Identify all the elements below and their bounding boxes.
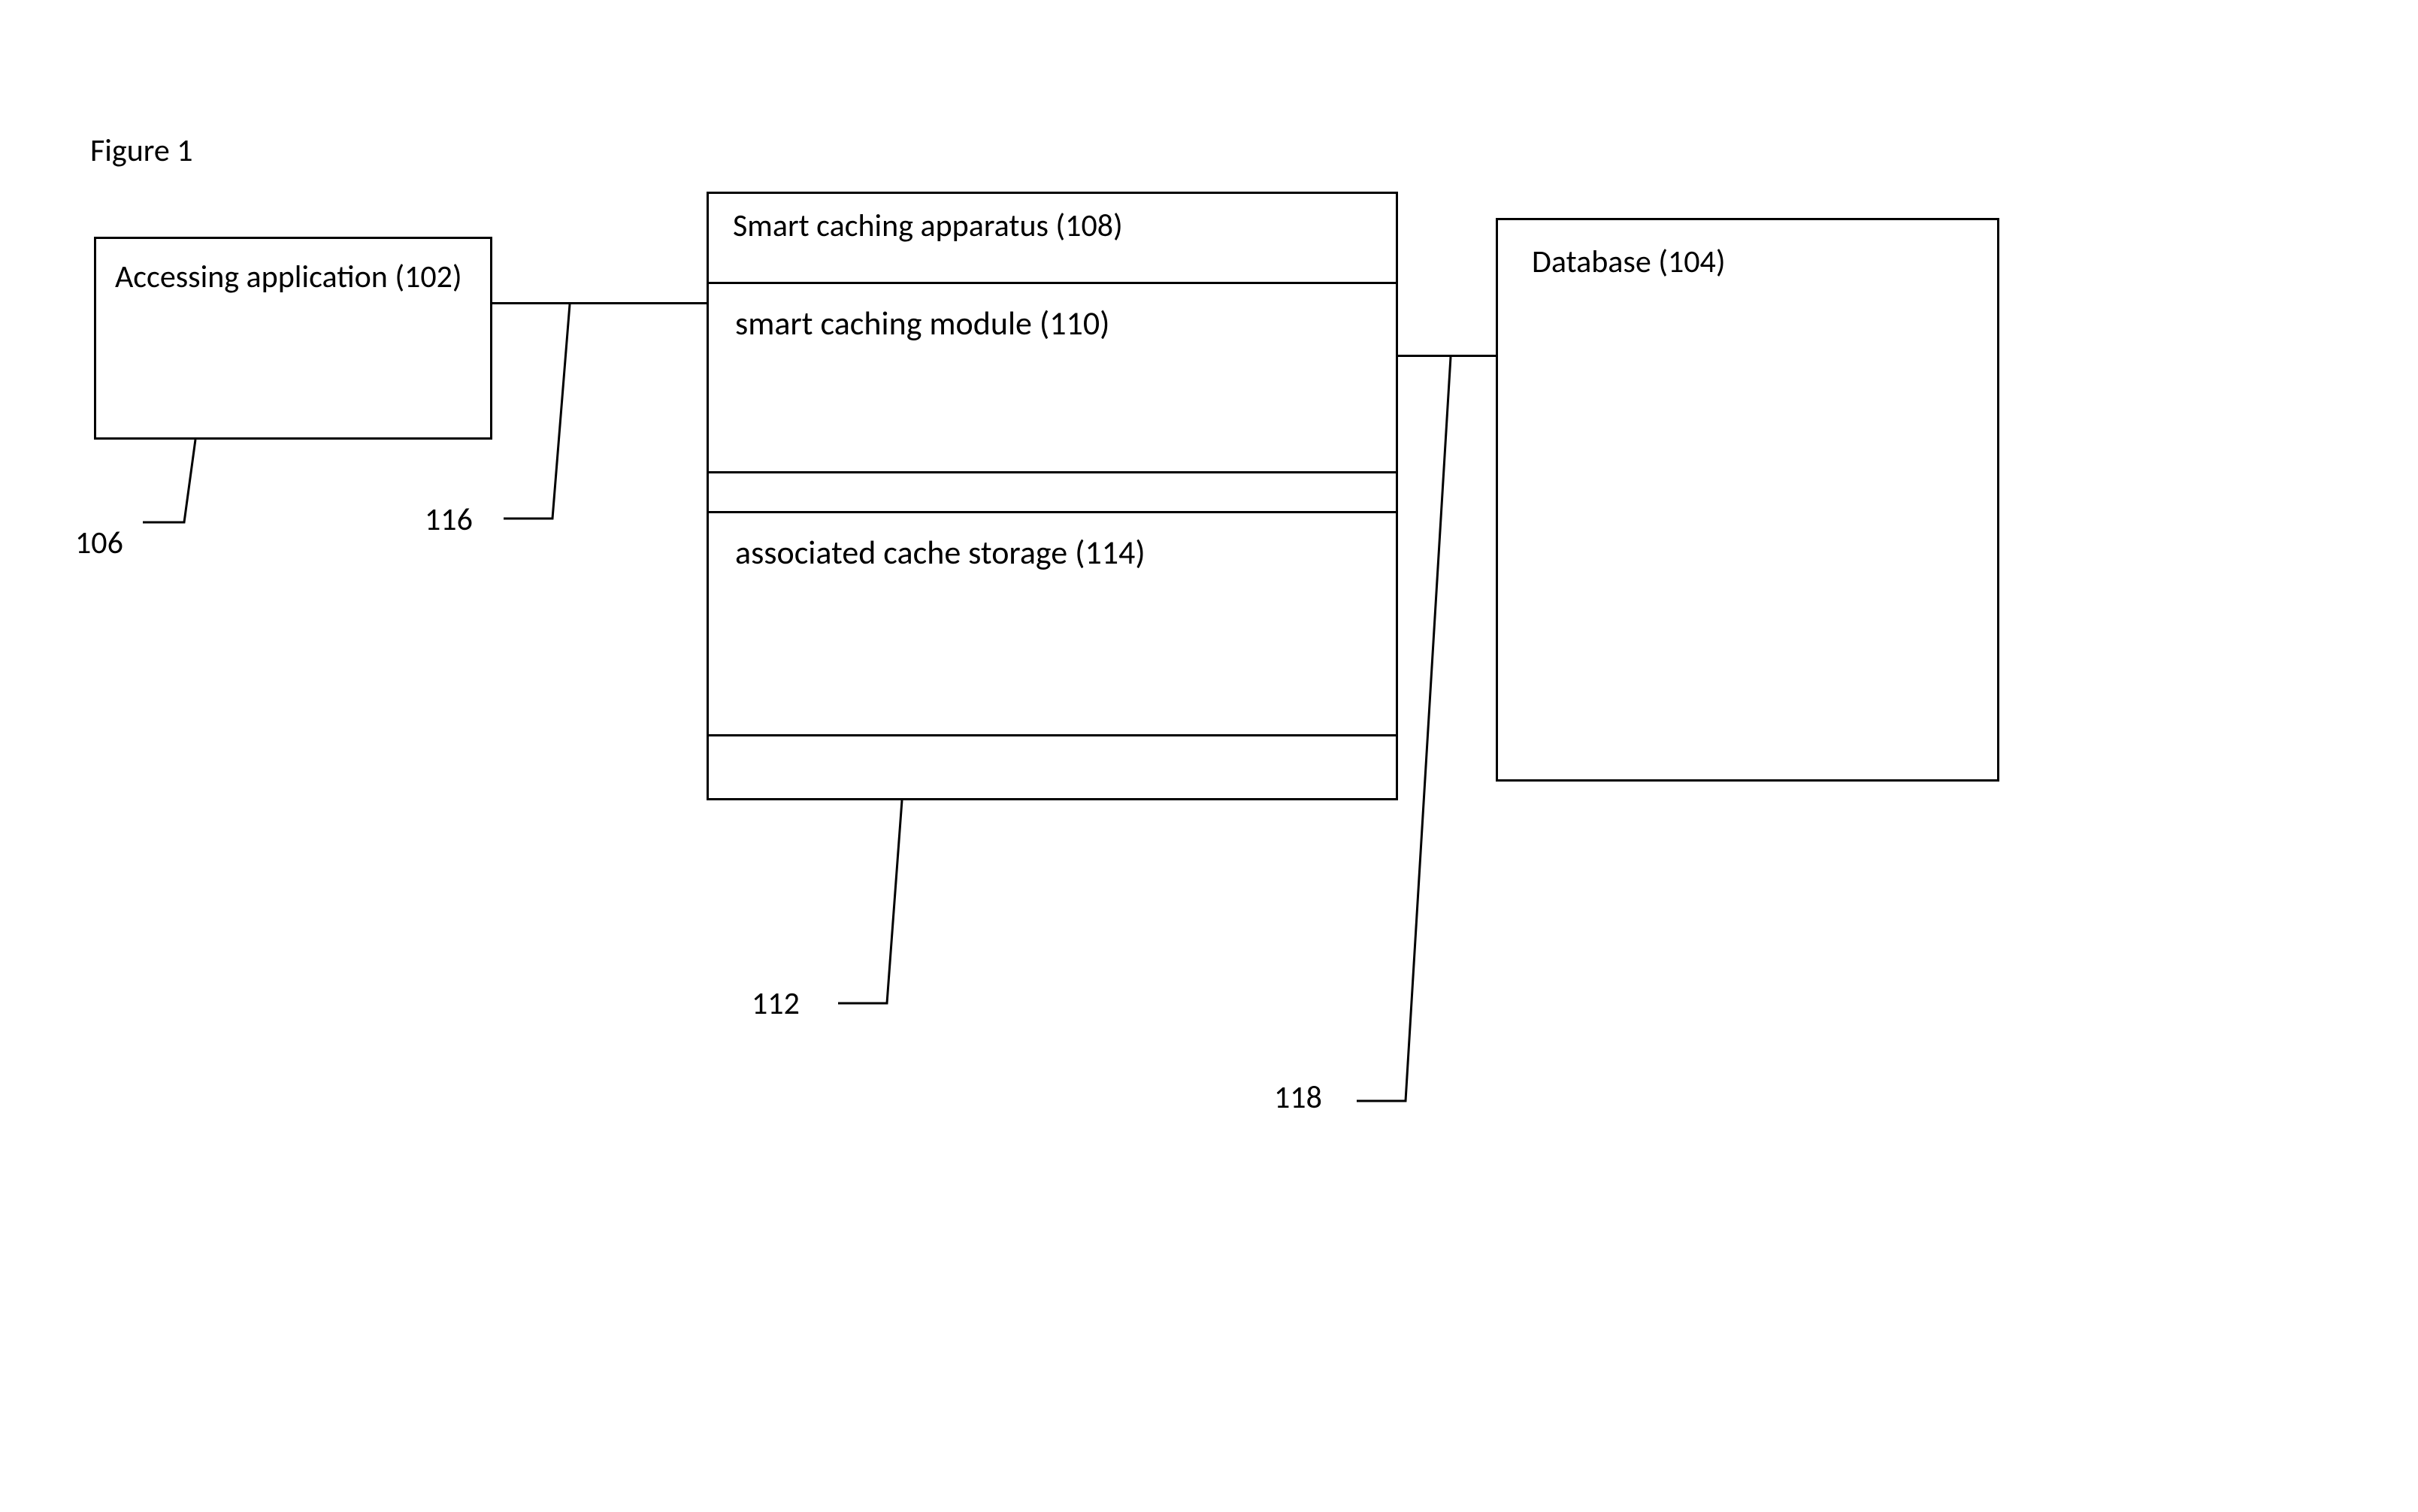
figure-title: Figure 1 xyxy=(90,132,193,170)
smart-caching-module-box: smart caching module (110) xyxy=(707,282,1398,473)
ref-112: 112 xyxy=(752,984,800,1023)
database-box: Database (104) xyxy=(1496,218,1999,782)
connector-108-to-104 xyxy=(1398,355,1496,357)
ref-118: 118 xyxy=(1274,1078,1322,1117)
ref-106: 106 xyxy=(75,524,123,562)
database-label: Database (104) xyxy=(1532,243,1726,281)
accessing-application-label: Accessing application (102) xyxy=(115,258,462,296)
smart-caching-module-label: smart caching module (110) xyxy=(735,303,1109,343)
accessing-application-box: Accessing application (102) xyxy=(94,237,492,440)
connector-102-to-108 xyxy=(492,302,707,304)
associated-cache-storage-box: associated cache storage (114) xyxy=(707,511,1398,736)
smart-caching-apparatus-label: Smart caching apparatus (108) xyxy=(733,207,1123,245)
ref-116: 116 xyxy=(425,500,473,539)
associated-cache-storage-label: associated cache storage (114) xyxy=(735,532,1145,573)
